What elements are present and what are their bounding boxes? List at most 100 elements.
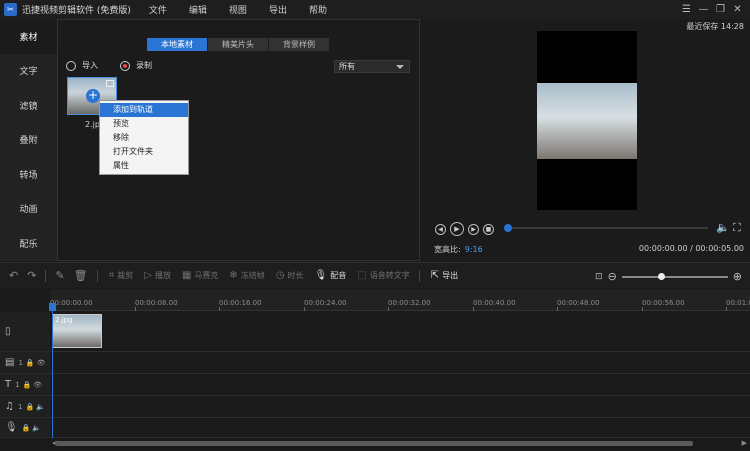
sidebar-item-music[interactable]: 配乐 [0, 226, 57, 261]
minimize-icon[interactable]: — [695, 2, 712, 17]
crop-button[interactable]: ⌗ 裁剪 [109, 270, 134, 281]
zoom-handle[interactable] [657, 272, 665, 280]
lock-icon[interactable]: 🔒 [23, 381, 32, 389]
filter-value: 所有 [339, 62, 355, 71]
timeline-ruler[interactable]: 00:00:00.00 00:00:08.00 00:00:16.00 00:0… [50, 289, 750, 311]
track-row-text[interactable] [50, 374, 750, 396]
progress-handle[interactable] [504, 224, 512, 232]
menu-icon[interactable]: ☰ [678, 2, 695, 17]
scissors-icon: ✂ [4, 3, 17, 16]
duration-button[interactable]: ◷ 时长 [276, 270, 304, 281]
aspect-ratio[interactable]: 宽高比: 9:16 [434, 244, 483, 255]
mosaic-icon: ▦ [181, 270, 192, 281]
playhead[interactable] [49, 303, 56, 438]
film-icon: ▤ [5, 357, 15, 368]
menu-edit[interactable]: 编辑 [189, 3, 207, 16]
close-icon[interactable]: ✕ [729, 2, 746, 17]
sidebar-item-transition[interactable]: 转场 [0, 157, 57, 192]
menu-file[interactable]: 文件 [149, 3, 167, 16]
ruler-tick [557, 307, 558, 311]
import-button[interactable]: 导入 [66, 60, 98, 71]
ctx-remove[interactable]: 移除 [100, 131, 188, 145]
record-button[interactable]: 录制 [120, 60, 152, 71]
ruler-label: 00:00:08.00 [135, 299, 178, 307]
timeline-zoom: ⊡ ⊖ ⊕ [595, 270, 742, 283]
stop-icon[interactable]: ■ [483, 223, 494, 235]
ctx-open-folder[interactable]: 打开文件夹 [100, 145, 188, 159]
next-frame-icon[interactable]: ▶ [468, 223, 479, 235]
play-button[interactable]: ▷ 播放 [144, 270, 171, 281]
menu-bar: 文件 编辑 视图 导出 帮助 [149, 3, 349, 16]
play-icon[interactable]: ▶ [450, 222, 464, 236]
sidebar-item-animation[interactable]: 动画 [0, 192, 57, 227]
eye-icon[interactable]: 👁 [33, 381, 42, 389]
lock-icon[interactable]: 🔒 [25, 403, 34, 411]
track-row-pip[interactable] [50, 352, 750, 374]
zoom-slider[interactable] [621, 272, 728, 280]
scroll-right-icon[interactable]: ▶ [742, 439, 747, 447]
freeze-frame-button[interactable]: ❄ 冻结帧 [229, 270, 264, 281]
ctx-add-to-track[interactable]: 添加到轨道 [100, 103, 188, 117]
timeline-scrollbar[interactable] [55, 441, 693, 446]
track-head-pip: ▤ 1 🔒 👁 [0, 352, 50, 374]
record-label: 录制 [136, 61, 152, 70]
eye-icon[interactable]: 👁 [37, 359, 46, 367]
voiceover-button[interactable]: 🎙 配音 [315, 270, 347, 281]
menu-export[interactable]: 导出 [269, 3, 287, 16]
tab-backgrounds[interactable]: 背景样例 [269, 38, 329, 51]
aspect-value[interactable]: 9:16 [465, 245, 483, 254]
menu-view[interactable]: 视图 [229, 3, 247, 16]
ruler-tick [304, 307, 305, 311]
speech-to-text-button[interactable]: ⬚ 语音转文字 [357, 270, 409, 281]
clip-label: 2.jpg [55, 316, 73, 324]
music-icon: ♫ [5, 401, 14, 412]
playback-controls: ◀ ▶ ▶ ■ [435, 222, 498, 236]
speaker-icon[interactable]: 🔈 [36, 403, 45, 411]
sidebar-item-filter[interactable]: 滤镜 [0, 88, 57, 123]
ruler-tick [219, 307, 220, 311]
delete-icon[interactable]: 🗑 [74, 269, 88, 282]
zoom-out-icon[interactable]: ⊖ [608, 270, 617, 283]
ruler-label: 00:00:24.00 [304, 299, 347, 307]
speaker-icon[interactable]: 🔈 [32, 424, 41, 432]
undo-icon[interactable]: ↶ [9, 269, 18, 282]
ruler-label: 00:00:40.00 [473, 299, 516, 307]
tab-intros[interactable]: 精美片头 [208, 38, 268, 51]
redo-icon[interactable]: ↷ [27, 269, 36, 282]
ruler-tick [473, 307, 474, 311]
prev-frame-icon[interactable]: ◀ [435, 223, 446, 235]
ruler-tick [388, 307, 389, 311]
timeline-clip[interactable]: 2.jpg [52, 314, 102, 348]
ruler-tick [642, 307, 643, 311]
track-head-music: ♫ 1 🔒 🔈 [0, 396, 50, 418]
track-row-voice[interactable] [50, 418, 750, 438]
edit-icon[interactable]: ✎ [55, 269, 64, 282]
mosaic-button[interactable]: ▦ 马赛克 [182, 270, 218, 281]
sidebar-item-overlay[interactable]: 叠附 [0, 123, 57, 158]
fullscreen-icon[interactable]: ⛶ [733, 221, 741, 235]
lock-icon[interactable]: 🔒 [26, 359, 35, 367]
track-row-video[interactable]: 2.jpg [50, 312, 750, 352]
text-icon: T [5, 379, 12, 390]
restore-icon[interactable]: ❐ [712, 2, 729, 17]
ctx-preview[interactable]: 预览 [100, 117, 188, 131]
playback-progress[interactable] [504, 224, 708, 232]
menu-help[interactable]: 帮助 [309, 3, 327, 16]
edit-toolbar: ↶ ↷ ✎ 🗑 ⌗ 裁剪 ▷ 播放 ▦ 马赛克 ❄ 冻结帧 ◷ 时长 🎙 配音 ⬚ 语音转文字… [0, 262, 750, 288]
zoom-in-icon[interactable]: ⊕ [733, 270, 742, 283]
export-button[interactable]: ⇱ 导出 [431, 270, 458, 281]
expand-icon[interactable] [106, 80, 114, 87]
mic-icon: 🎙 [314, 270, 328, 281]
fit-icon[interactable]: ⊡ [595, 272, 603, 282]
media-filter-select[interactable]: 所有 [334, 60, 410, 73]
track-row-music[interactable] [50, 396, 750, 418]
sidebar-item-text[interactable]: 文字 [0, 54, 57, 89]
playhead-handle[interactable] [49, 303, 56, 311]
ctx-properties[interactable]: 属性 [100, 159, 188, 173]
preview-panel: 最近保存 14:28 ◀ ▶ ▶ ■ 🔈 ⛶ 宽高比: 9:16 00:00:00… [420, 19, 750, 261]
lock-icon[interactable]: 🔒 [22, 424, 31, 432]
volume-icon[interactable]: 🔈 [716, 221, 730, 234]
sidebar-item-media[interactable]: 素材 [0, 19, 57, 54]
tab-local-media[interactable]: 本地素材 [147, 38, 207, 51]
add-icon[interactable]: + [86, 89, 100, 103]
